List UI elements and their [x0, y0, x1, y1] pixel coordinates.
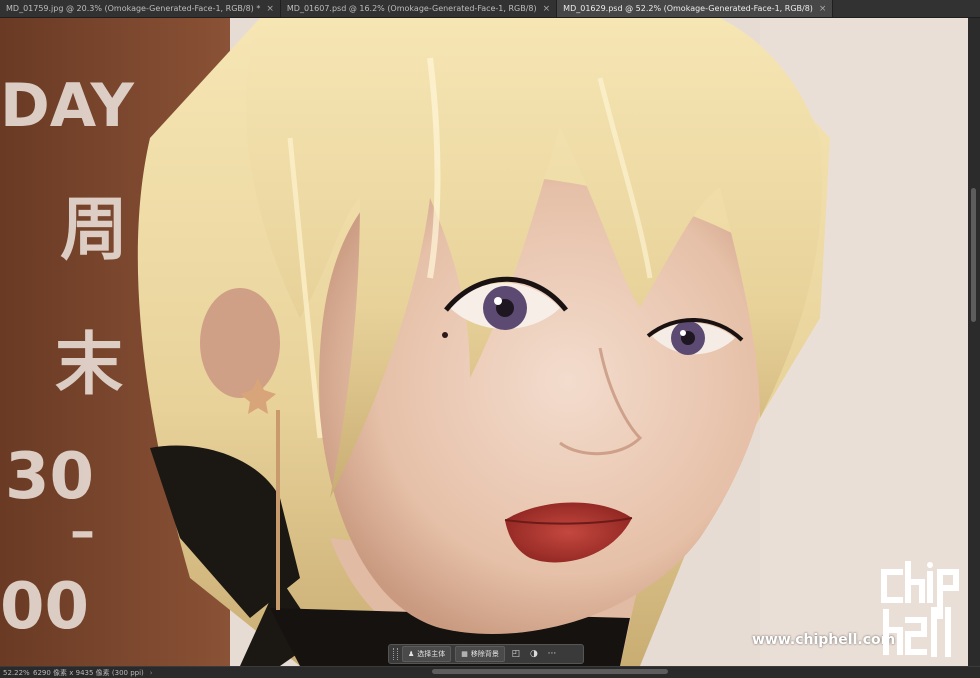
backdrop-text-1: 周 — [60, 191, 128, 270]
vertical-scrollbar-thumb[interactable] — [971, 188, 976, 322]
tab-label: MD_01629.psd @ 52.2% (Omokage-Generated-… — [563, 4, 813, 13]
backdrop-text-2: 末 — [55, 326, 123, 405]
tab-md01607[interactable]: MD_01607.psd @ 16.2% (Omokage-Generated-… — [281, 0, 558, 17]
select-subject-label: 选择主体 — [417, 650, 446, 658]
document-canvas[interactable]: DAY 周 末 30 – 00 — [0, 18, 968, 666]
tab-md01629[interactable]: MD_01629.psd @ 52.2% (Omokage-Generated-… — [557, 0, 834, 17]
tab-md01759[interactable]: MD_01759.jpg @ 20.3% (Omokage-Generated-… — [0, 0, 281, 17]
person-icon: ♟ — [408, 650, 415, 658]
backdrop-text-4: – — [70, 502, 95, 560]
drag-handle[interactable] — [393, 648, 398, 660]
image-icon: ▦ — [461, 650, 468, 658]
chiphell-logo — [878, 560, 970, 660]
close-icon[interactable]: × — [543, 4, 551, 14]
remove-background-label: 移除背景 — [470, 650, 499, 658]
close-icon[interactable]: × — [819, 4, 827, 14]
portrait-image: DAY 周 末 30 – 00 — [0, 18, 968, 666]
select-subject-button[interactable]: ♟ 选择主体 — [402, 646, 452, 662]
document-info: 6290 像素 x 9435 像素 (300 ppi) — [33, 668, 144, 677]
contrast-icon[interactable]: ◑ — [527, 649, 541, 659]
more-options-button[interactable]: ··· — [545, 649, 559, 659]
close-icon[interactable]: × — [266, 4, 274, 14]
contextual-task-bar: ♟ 选择主体 ▦ 移除背景 ◰ ◑ ··· — [388, 644, 584, 664]
document-tab-bar: MD_01759.jpg @ 20.3% (Omokage-Generated-… — [0, 0, 980, 18]
watermark-url: www.chiphell.com — [752, 632, 896, 648]
transform-icon[interactable]: ◰ — [509, 649, 523, 659]
backdrop-text-day: DAY — [0, 71, 135, 141]
backdrop-text-5: 00 — [0, 570, 89, 644]
tab-label: MD_01607.psd @ 16.2% (Omokage-Generated-… — [286, 4, 537, 13]
status-menu-arrow[interactable]: › — [150, 669, 153, 677]
remove-background-button[interactable]: ▦ 移除背景 — [455, 646, 505, 662]
zoom-level[interactable]: 52.22% — [0, 669, 31, 677]
tab-bar-filler — [833, 0, 980, 17]
horizontal-scrollbar-thumb[interactable] — [432, 669, 668, 674]
tab-label: MD_01759.jpg @ 20.3% (Omokage-Generated-… — [6, 4, 261, 13]
